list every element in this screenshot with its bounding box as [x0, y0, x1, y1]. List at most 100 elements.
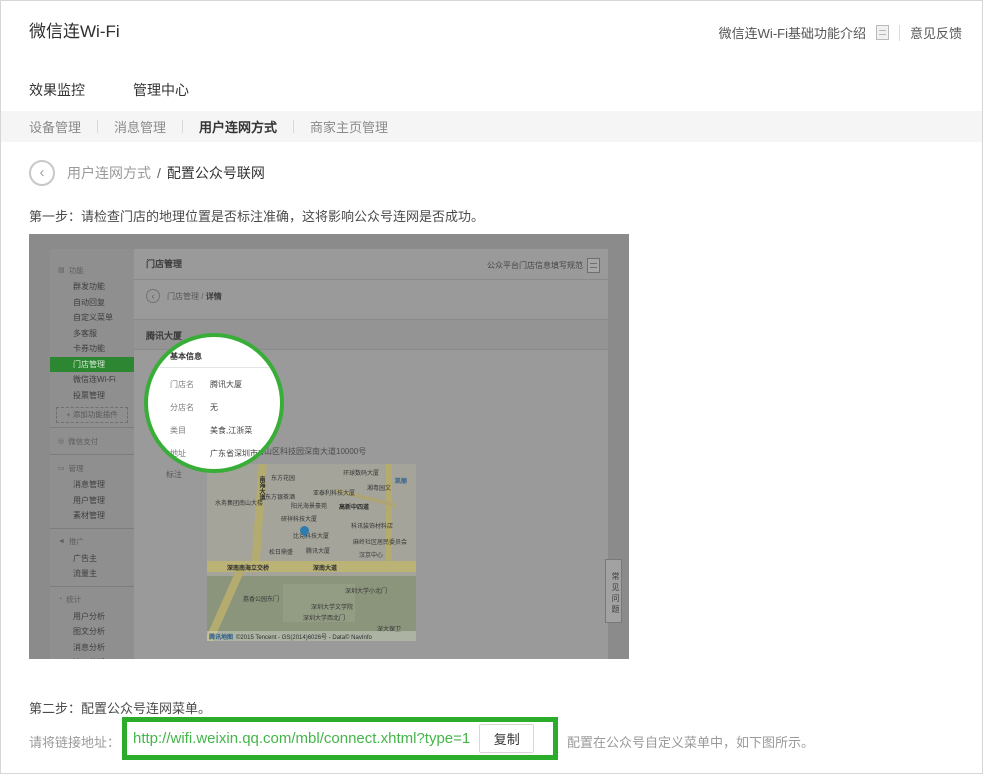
subnav-item[interactable]: 设备管理 — [29, 117, 81, 136]
basic-info-row: 分店名无 — [170, 402, 218, 413]
copy-button[interactable]: 复制 — [479, 724, 534, 753]
map-label: 比克科技大厦 — [293, 531, 329, 540]
sidebar-group-label: 管理 — [69, 463, 84, 474]
basic-info-row: 地址广东省深圳市南山区科技园深南大道10000号 — [170, 448, 284, 459]
store-map: 东方花园环球数码大厦凯丽南海大道水务集团南山大楼东方银茶酒亚泰利科技大厦阳光海景… — [207, 464, 416, 641]
store-name: 腾讯大厦 — [146, 329, 182, 342]
map-label: 腾讯大厦 — [306, 546, 330, 555]
map-label: 研祥科技大厦 — [281, 514, 317, 523]
manage-icon: ▭ — [58, 464, 65, 472]
basic-info-value: 无 — [210, 403, 218, 412]
page: 微信连Wi-Fi 微信连Wi-Fi基础功能介绍 意见反馈 效果监控管理中心 设备… — [0, 0, 983, 774]
map-label: 凯丽 — [395, 476, 407, 485]
guide-link[interactable]: 微信连Wi-Fi基础功能介绍 — [719, 23, 866, 42]
sidebar-group-label: 统计 — [66, 594, 81, 605]
subnav-separator — [97, 120, 98, 133]
subnav-item[interactable]: 消息管理 — [114, 117, 166, 136]
map-attribution: 腾讯地图 ©2015 Tencent - GS(2014)6026号 - Dat… — [207, 631, 416, 641]
map-label: 麻岭社区居民委员会 — [353, 537, 407, 546]
breadcrumb-divider: / — [157, 165, 161, 181]
sidebar-group-header: ▭ 管理 — [50, 459, 134, 477]
inset-back-button: ‹ — [146, 289, 160, 303]
breadcrumb-parent[interactable]: 用户连网方式 — [67, 163, 151, 183]
inset-breadcrumb-divider: / — [201, 292, 203, 301]
step-1-text: 第一步：请检查门店的地理位置是否标注准确，这将影响公众号连网是否成功。 — [29, 206, 484, 225]
connect-url-link[interactable]: http://wifi.weixin.qq.com/mbl/connect.xh… — [133, 730, 470, 747]
faq-side-tab: 常见问题 — [605, 559, 622, 623]
map-label: 深圳大学西北门 — [303, 613, 345, 622]
sidebar-item: 流量主 — [50, 566, 134, 582]
basic-info-label: 地址 — [170, 448, 210, 459]
sidebar-item: 多客服 — [50, 326, 134, 342]
map-label: 荔香公园东门 — [243, 594, 279, 603]
map-label: 阳光海景豪苑 — [291, 501, 327, 510]
subnav-separator — [182, 120, 183, 133]
inset-doc-link: 公众平台门店信息填写规范 — [487, 258, 600, 273]
sidebar-divider — [50, 427, 134, 428]
chevron-left-icon: ‹ — [152, 291, 155, 301]
inset-breadcrumb: ‹ 门店管理 / 详情 — [146, 289, 222, 303]
basic-info-label: 类目 — [170, 425, 210, 436]
basic-info-row: 类目美食,江浙菜 — [170, 425, 252, 436]
subnav-separator — [293, 120, 294, 133]
wechat-pay-icon: ◎ — [58, 437, 64, 445]
sidebar-item: 素材管理 — [50, 508, 134, 524]
sidebar-item: 用户分析 — [50, 609, 134, 625]
sidebar-item: 卡券功能 — [50, 341, 134, 357]
divider — [160, 367, 280, 368]
sidebar-divider — [50, 454, 134, 455]
link-prefix: 请将链接地址： — [29, 732, 120, 751]
map-label: 深南大道 — [313, 563, 337, 572]
sidebar-group-header: ◄ 推广 — [50, 533, 134, 551]
inset-page-title: 门店管理 — [146, 257, 182, 270]
sidebar-item: 微信连Wi-Fi — [50, 372, 134, 388]
map-label: 水务集团南山大楼 — [215, 498, 263, 507]
breadcrumb-current: 配置公众号联网 — [167, 163, 265, 183]
grid-icon: ▤ — [58, 266, 65, 274]
sidebar-group-header: ◎微信支付 — [50, 432, 134, 450]
screenshot-inset: ▤功能群发功能自动回复自定义菜单多客服卡券功能门店管理微信连Wi-Fi投票管理+… — [29, 234, 629, 659]
sidebar-item: 自动回复 — [50, 295, 134, 311]
header-divider — [899, 25, 900, 41]
tab-active[interactable]: 管理中心 — [117, 80, 205, 114]
basic-info-value: 美食,江浙菜 — [210, 426, 252, 435]
basic-info-title: 基本信息 — [170, 351, 202, 362]
add-plugin-button: + 添加功能插件 — [56, 407, 128, 423]
subnav-item[interactable]: 用户连网方式 — [199, 117, 277, 136]
map-label: 湘粤园文 — [367, 483, 391, 492]
document-icon[interactable] — [876, 25, 889, 40]
sidebar-group-header: ◔ 统计 — [50, 591, 134, 609]
statistics-icon: ◔ — [58, 596, 62, 603]
map-attribution-text: ©2015 Tencent - GS(2014)6026号 - Data© Na… — [236, 632, 372, 641]
map-road — [386, 464, 392, 562]
feedback-link[interactable]: 意见反馈 — [910, 23, 962, 42]
promotion-icon: ◄ — [58, 538, 65, 545]
magnifier-circle: 基本信息 门店名腾讯大厦分店名无类目美食,江浙菜地址广东省深圳市南山区科技园深南… — [144, 333, 284, 473]
sidebar-item: 用户管理 — [50, 493, 134, 509]
back-button[interactable]: ‹ — [29, 160, 55, 186]
subnav-item[interactable]: 商家主页管理 — [310, 117, 388, 136]
basic-info-label: 门店名 — [170, 379, 210, 390]
breadcrumb: ‹ 用户连网方式 / 配置公众号联网 — [29, 160, 265, 186]
link-annotation-box: http://wifi.weixin.qq.com/mbl/connect.xh… — [122, 717, 558, 760]
basic-info-row: 门店名腾讯大厦 — [170, 379, 242, 390]
map-label: 深圳大学文学院 — [311, 602, 353, 611]
divider — [134, 279, 608, 280]
map-label: 东方银茶酒 — [265, 492, 295, 501]
map-label: 东方花园 — [271, 473, 295, 482]
inset-breadcrumb-text: 门店管理 / 详情 — [167, 291, 222, 302]
sidebar-item: 群发功能 — [50, 279, 134, 295]
sidebar-group-label: 推广 — [69, 536, 84, 547]
inset-breadcrumb-parent: 门店管理 — [167, 292, 199, 301]
map-label: 松日鼎盛 — [269, 547, 293, 556]
tab-item[interactable]: 效果监控 — [29, 80, 85, 114]
sidebar-item: 门店管理 — [50, 357, 134, 373]
sidebar-item: 消息管理 — [50, 477, 134, 493]
map-logo: 腾讯地图 — [209, 632, 233, 641]
map-label: 深南南海立交桥 — [227, 563, 269, 572]
inset-doc-link-label: 公众平台门店信息填写规范 — [487, 260, 583, 271]
sidebar-item: 自定义菜单 — [50, 310, 134, 326]
step-2-text: 第二步：配置公众号连网菜单。 — [29, 698, 211, 717]
sidebar-item: 广告主 — [50, 551, 134, 567]
sidebar-item: 图文分析 — [50, 624, 134, 640]
